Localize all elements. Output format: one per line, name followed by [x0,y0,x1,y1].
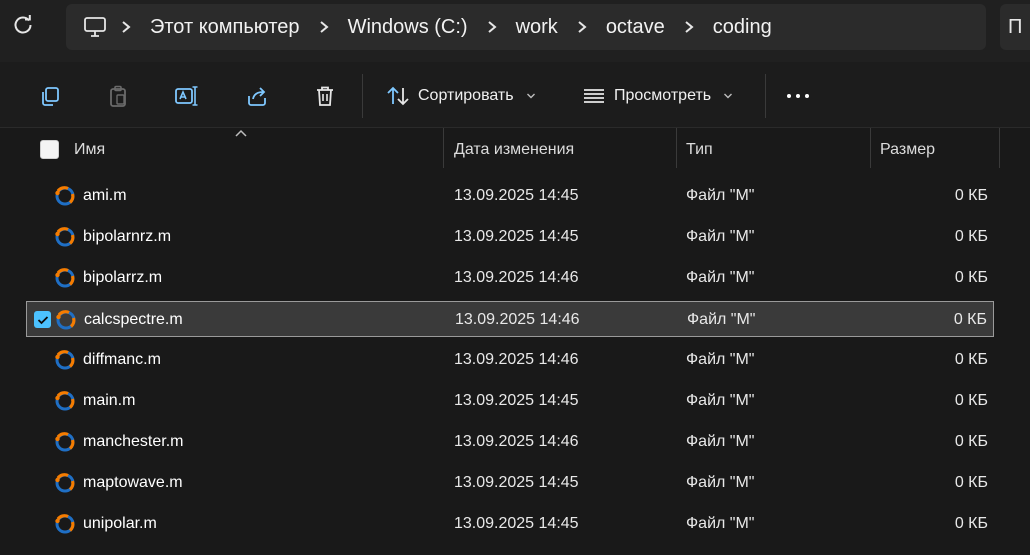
file-date-modified: 13.09.2025 14:46 [455,311,580,328]
rename-icon[interactable] [173,82,201,110]
file-name[interactable]: bipolarnrz.m [83,228,171,246]
chevron-right-icon[interactable] [564,20,600,34]
file-name[interactable]: maptowave.m [83,474,183,492]
octave-file-icon [53,471,77,495]
file-date-modified: 13.09.2025 14:45 [454,474,579,491]
file-row[interactable]: bipolarnrz.m 13.09.2025 14:45 Файл "M" 0 КБ [26,219,994,255]
file-name[interactable]: unipolar.m [83,515,157,533]
list-view-icon [584,89,604,103]
file-row[interactable]: calcspectre.m 13.09.2025 14:46 Файл "M" 0 К… [26,301,994,337]
file-date-modified: 13.09.2025 14:46 [454,433,579,450]
chevron-down-icon [724,93,733,99]
breadcrumb-this-pc[interactable]: Этот компьютер [144,16,306,39]
file-date-modified: 13.09.2025 14:46 [454,269,579,286]
monitor-icon[interactable] [82,14,108,40]
file-type: Файл "M" [686,474,755,491]
address-bar[interactable]: Этот компьютер Windows (C:) work octave … [66,4,986,50]
search-box[interactable]: П [1000,4,1030,50]
breadcrumb-work[interactable]: work [510,16,564,39]
column-divider[interactable] [443,128,444,168]
chevron-down-icon [526,93,535,99]
file-size: 0 КБ [954,474,988,491]
sort-label: Сортировать [418,87,514,104]
octave-file-icon [54,308,78,332]
breadcrumb-octave[interactable]: octave [600,16,671,39]
delete-icon[interactable] [311,82,339,110]
column-header-name[interactable]: Имя [74,141,105,159]
file-name[interactable]: main.m [83,392,135,410]
file-type: Файл "M" [686,269,755,286]
toolbar-divider [362,74,363,118]
breadcrumb-coding[interactable]: coding [707,16,778,39]
file-row[interactable]: main.m 13.09.2025 14:45 Файл "M" 0 КБ [26,383,994,419]
file-type: Файл "M" [687,311,756,328]
select-all-checkbox[interactable] [40,140,59,159]
file-type: Файл "M" [686,392,755,409]
more-icon[interactable] [787,88,815,104]
column-divider[interactable] [999,128,1000,168]
file-name[interactable]: ami.m [83,187,127,205]
file-row[interactable]: manchester.m 13.09.2025 14:46 Файл "M" 0 КБ [26,424,994,460]
file-type: Файл "M" [686,515,755,532]
column-header-size[interactable]: Размер [880,141,935,159]
file-date-modified: 13.09.2025 14:46 [454,351,579,368]
file-name[interactable]: calcspectre.m [84,311,183,329]
file-size: 0 КБ [954,351,988,368]
chevron-right-icon[interactable] [671,20,707,34]
file-date-modified: 13.09.2025 14:45 [454,228,579,245]
octave-file-icon [53,348,77,372]
file-name[interactable]: diffmanc.m [83,351,161,369]
file-size: 0 КБ [954,515,988,532]
file-type: Файл "M" [686,228,755,245]
refresh-icon[interactable] [8,10,38,40]
file-row[interactable]: ami.m 13.09.2025 14:45 Файл "M" 0 КБ [26,178,994,214]
file-size: 0 КБ [953,311,987,328]
column-divider[interactable] [676,128,677,168]
sort-button[interactable]: Сортировать [386,80,536,112]
file-row[interactable]: diffmanc.m 13.09.2025 14:46 Файл "M" 0 КБ [26,342,994,378]
octave-file-icon [53,389,77,413]
file-row[interactable]: bipolarrz.m 13.09.2025 14:46 Файл "M" 0 КБ [26,260,994,296]
file-type: Файл "M" [686,433,755,450]
share-icon[interactable] [243,82,271,110]
view-button[interactable]: Просмотреть [582,80,733,112]
column-divider[interactable] [870,128,871,168]
column-header-type[interactable]: Тип [686,141,713,159]
octave-file-icon [53,266,77,290]
toolbar-divider [765,74,766,118]
file-type: Файл "M" [686,187,755,204]
row-checkbox[interactable] [34,311,51,328]
file-type: Файл "M" [686,351,755,368]
paste-icon[interactable] [104,82,132,110]
file-size: 0 КБ [954,269,988,286]
breadcrumb-windows-c[interactable]: Windows (C:) [342,16,474,39]
octave-file-icon [53,225,77,249]
chevron-right-icon[interactable] [474,20,510,34]
file-row[interactable]: maptowave.m 13.09.2025 14:45 Файл "M" 0 КБ [26,465,994,501]
octave-file-icon [53,184,77,208]
chevron-right-icon[interactable] [108,20,144,34]
file-date-modified: 13.09.2025 14:45 [454,515,579,532]
file-name[interactable]: manchester.m [83,433,183,451]
sort-icon [387,86,409,106]
sort-ascending-icon [235,129,247,137]
file-date-modified: 13.09.2025 14:45 [454,187,579,204]
file-size: 0 КБ [954,228,988,245]
copy-icon[interactable] [36,82,64,110]
octave-file-icon [53,430,77,454]
file-row[interactable]: unipolar.m 13.09.2025 14:45 Файл "M" 0 КБ [26,506,994,542]
octave-file-icon [53,512,77,536]
chevron-right-icon[interactable] [306,20,342,34]
column-header-date[interactable]: Дата изменения [454,141,574,159]
view-label: Просмотреть [614,87,712,104]
file-size: 0 КБ [954,392,988,409]
file-date-modified: 13.09.2025 14:45 [454,392,579,409]
file-size: 0 КБ [954,433,988,450]
file-size: 0 КБ [954,187,988,204]
file-name[interactable]: bipolarrz.m [83,269,162,287]
command-bar: Сортировать Просмотреть [0,62,1030,128]
address-bar-region: Этот компьютер Windows (C:) work octave … [0,0,1030,62]
